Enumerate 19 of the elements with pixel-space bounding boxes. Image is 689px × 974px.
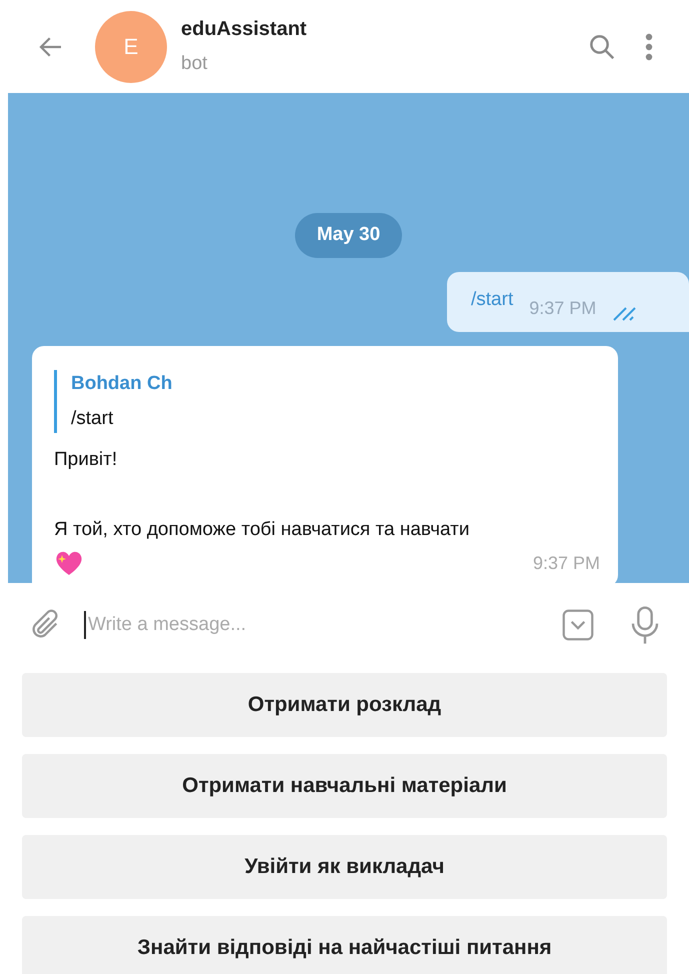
sparkling-heart-icon [54,549,84,577]
more-menu-icon[interactable] [645,32,653,60]
message-text: Привіт! [54,448,118,472]
keyboard-button[interactable]: Увійти як викладач [22,835,667,899]
keyboard-button[interactable]: Отримати навчальні матеріали [22,754,667,818]
microphone-icon[interactable] [629,605,661,645]
reply-author: Bohdan Ch [71,372,174,396]
keyboard-button[interactable]: Отримати розклад [22,673,667,737]
chat-subtitle: bot [181,52,208,76]
message-text: /start [471,288,514,312]
avatar: E [95,10,167,82]
message-time: 9:37 PM [532,552,600,575]
message-text: Я той, хто допоможе тобі навчатися та навчати [54,518,470,542]
message-time: 9:37 PM [529,297,596,320]
date-pill: May 30 [294,213,402,258]
keyboard-button[interactable]: Знайти відповіді на найчастіші питання [22,916,667,974]
reply-text: /start [71,406,114,430]
message-input[interactable]: Write a message... [84,610,559,640]
chat-title: eduAssistant [181,17,307,42]
